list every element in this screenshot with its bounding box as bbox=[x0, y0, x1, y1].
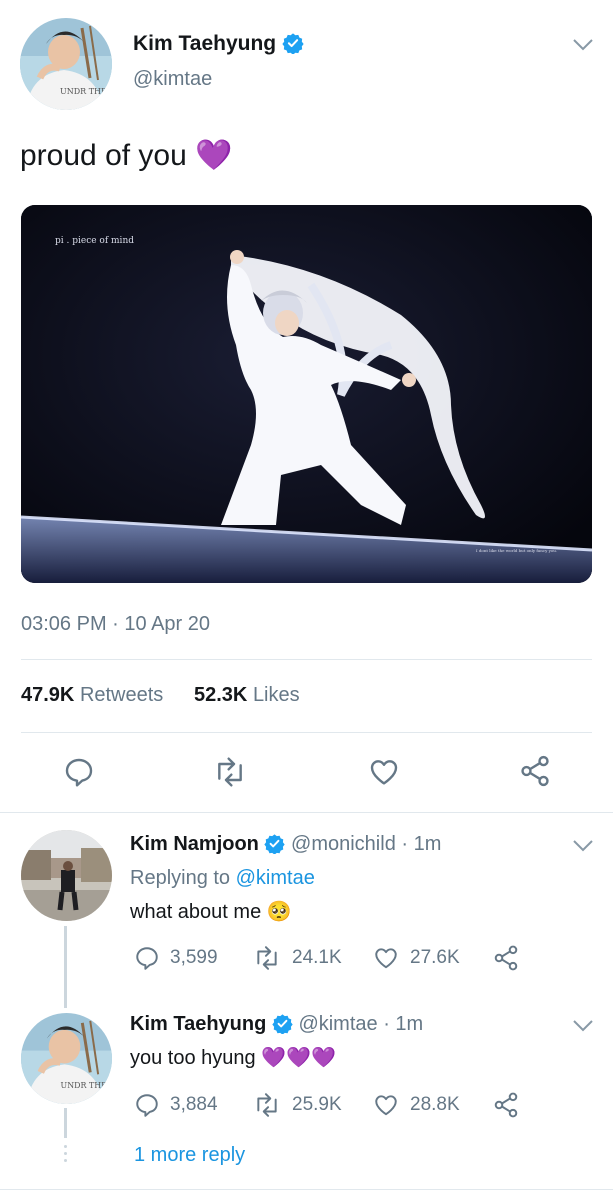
reply-author-name[interactable]: Kim Namjoon bbox=[130, 833, 259, 855]
reply-header: Kim Namjoon @monichild · 1m bbox=[130, 832, 441, 860]
chevron-down-icon[interactable] bbox=[572, 1019, 594, 1033]
main-author-handle[interactable]: @kimtae bbox=[133, 68, 212, 91]
avatar-shirt-text: UNDR THE bbox=[61, 1081, 108, 1090]
reply-author-handle[interactable]: @kimtae bbox=[298, 1013, 377, 1035]
share-icon[interactable] bbox=[492, 944, 520, 972]
like-count: 27.6K bbox=[410, 947, 460, 968]
reply-icon[interactable] bbox=[62, 756, 96, 788]
retweet-count: 24.1K bbox=[292, 947, 342, 968]
retweet-icon bbox=[257, 946, 277, 970]
reply-text: what about me bbox=[130, 901, 262, 923]
reply-text: you too hyung bbox=[130, 1047, 256, 1069]
chevron-down-icon[interactable] bbox=[572, 38, 594, 52]
pleading-face-emoji: 🥺 bbox=[266, 901, 292, 923]
avatar-shirt-text: UNDR THE bbox=[60, 87, 107, 96]
reply-author-name[interactable]: Kim Taehyung bbox=[130, 1013, 266, 1035]
main-tweet-text-row: proud of you 💜 bbox=[20, 138, 233, 174]
reply-author-avatar[interactable]: UNDR THE bbox=[21, 1013, 112, 1104]
verified-badge-icon bbox=[264, 833, 286, 860]
replying-to-handle[interactable]: @kimtae bbox=[236, 867, 315, 889]
main-author-name[interactable]: Kim Taehyung bbox=[133, 32, 276, 55]
reply-count: 3,599 bbox=[170, 947, 218, 968]
retweets-label: Retweets bbox=[79, 684, 164, 706]
retweets-stat[interactable]: 47.9K Retweets bbox=[21, 684, 163, 707]
media-caption: I dont like the world but only fancy you… bbox=[476, 548, 557, 553]
retweet-icon bbox=[257, 1093, 277, 1117]
reply-icon bbox=[136, 947, 158, 970]
purple-heart-emoji: 💜 bbox=[195, 139, 233, 172]
chevron-down-icon[interactable] bbox=[572, 839, 594, 853]
reply-action[interactable]: 3,599 bbox=[134, 945, 218, 971]
main-author-avatar[interactable]: UNDR THE bbox=[20, 18, 112, 110]
replying-to: Replying to @kimtae bbox=[130, 867, 315, 890]
likes-stat[interactable]: 52.3K Likes bbox=[194, 684, 300, 707]
likes-count: 52.3K bbox=[194, 684, 248, 706]
retweets-count: 47.9K bbox=[21, 684, 75, 706]
retweet-action[interactable]: 25.9K bbox=[252, 1092, 342, 1118]
like-icon[interactable] bbox=[367, 756, 401, 788]
main-tweet-text: proud of you bbox=[20, 139, 187, 172]
purple-hearts-emoji: 💜💜💜 bbox=[261, 1047, 336, 1069]
verified-badge-icon bbox=[272, 1013, 293, 1040]
reply-count: 3,884 bbox=[170, 1094, 218, 1115]
replying-to-prefix: Replying to bbox=[130, 867, 231, 889]
divider bbox=[21, 659, 592, 660]
media-watermark: pi . piece of mind bbox=[55, 236, 134, 246]
main-author-name-row[interactable]: Kim Taehyung bbox=[133, 32, 304, 60]
more-replies-link[interactable]: 1 more reply bbox=[134, 1144, 245, 1167]
thread-line bbox=[64, 1108, 67, 1138]
like-action[interactable]: 28.8K bbox=[372, 1092, 460, 1118]
verified-badge-icon bbox=[282, 32, 304, 60]
reply-author-handle[interactable]: @monichild bbox=[291, 833, 396, 855]
reply-time: · 1m bbox=[383, 1013, 424, 1035]
section-divider bbox=[0, 812, 613, 813]
retweet-count: 25.9K bbox=[292, 1094, 342, 1115]
tweet-media-image[interactable]: pi . piece of mind I dont like the world… bbox=[21, 205, 592, 583]
reply-action[interactable]: 3,884 bbox=[134, 1092, 218, 1118]
share-icon[interactable] bbox=[492, 1091, 520, 1119]
likes-label: Likes bbox=[252, 684, 300, 706]
reply-text-row: what about me 🥺 bbox=[130, 899, 292, 924]
divider bbox=[0, 1189, 613, 1190]
thread-line bbox=[64, 926, 67, 1008]
retweet-icon[interactable] bbox=[212, 756, 248, 788]
reply-header: Kim Taehyung @kimtae · 1m bbox=[130, 1012, 423, 1040]
tweet-timestamp[interactable]: 03:06 PM · 10 Apr 20 bbox=[21, 613, 210, 636]
reply-icon bbox=[136, 1094, 158, 1117]
reply-author-avatar[interactable] bbox=[21, 830, 112, 921]
divider bbox=[21, 732, 592, 733]
like-action[interactable]: 27.6K bbox=[372, 945, 460, 971]
thread-dots bbox=[64, 1145, 67, 1166]
reply-time: · 1m bbox=[401, 833, 442, 855]
like-icon bbox=[375, 1095, 397, 1116]
share-icon[interactable] bbox=[518, 754, 552, 788]
like-count: 28.8K bbox=[410, 1094, 460, 1115]
like-icon bbox=[375, 948, 397, 969]
retweet-action[interactable]: 24.1K bbox=[252, 945, 342, 971]
reply-text-row: you too hyung 💜💜💜 bbox=[130, 1045, 336, 1070]
